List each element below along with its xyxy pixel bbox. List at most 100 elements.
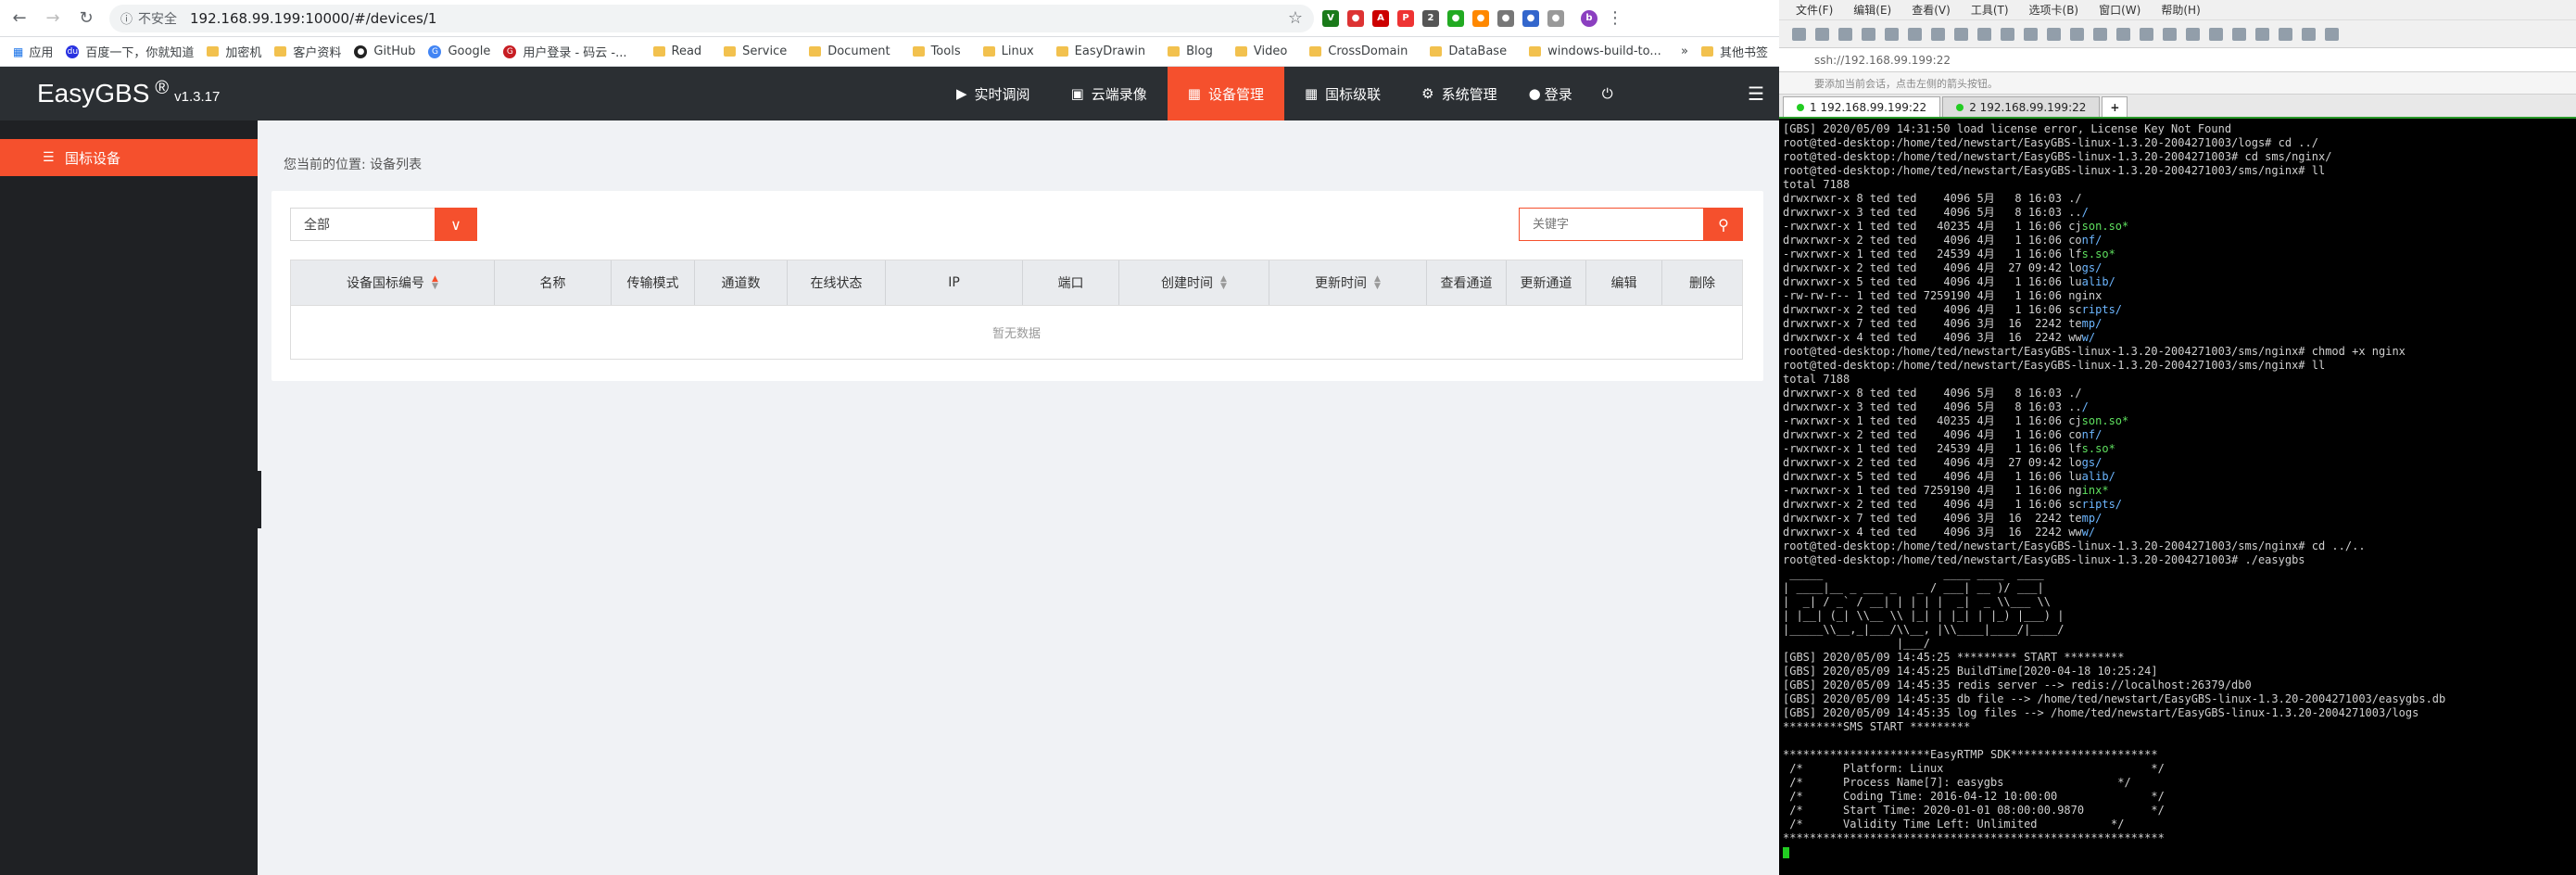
bookmark-folder[interactable]: Tools bbox=[912, 44, 961, 58]
menu-edit[interactable]: 编辑(E) bbox=[1853, 2, 1891, 18]
toolbar-button[interactable] bbox=[2140, 27, 2153, 41]
toolbar-button[interactable] bbox=[1977, 27, 1991, 41]
toolbar-button[interactable] bbox=[1954, 27, 1968, 41]
terminal-tab[interactable]: 1 192.168.99.199:22 bbox=[1783, 96, 1941, 117]
sidebar-item-gb-devices[interactable]: ☰ 国标设备 bbox=[0, 139, 258, 176]
toolbar-button[interactable] bbox=[2093, 27, 2107, 41]
bookmark-folder[interactable]: Read bbox=[652, 44, 701, 58]
info-icon[interactable]: ⓘ bbox=[120, 9, 133, 27]
extension-icon[interactable]: 2 bbox=[1422, 9, 1439, 27]
power-button[interactable]: ⏻ bbox=[1584, 67, 1632, 120]
bookmark-folder[interactable]: 客户资料 bbox=[274, 43, 341, 60]
menu-help[interactable]: 帮助(H) bbox=[2161, 2, 2200, 18]
toolbar-button[interactable] bbox=[2302, 27, 2316, 41]
select-dropdown-button[interactable]: ∨ bbox=[435, 208, 477, 241]
toolbar-button[interactable] bbox=[2325, 27, 2339, 41]
forward-icon[interactable]: → bbox=[39, 5, 67, 32]
toolbar-button[interactable] bbox=[2047, 27, 2061, 41]
bookmark-star-icon[interactable]: ☆ bbox=[1288, 8, 1303, 28]
url-text[interactable]: 192.168.99.199:10000/#/devices/1 bbox=[190, 10, 1288, 27]
extension-icon[interactable]: ● bbox=[1497, 9, 1514, 27]
menu-view[interactable]: 查看(V) bbox=[1912, 2, 1951, 18]
column-header[interactable]: 更新时间 ▲ ▼ bbox=[1269, 260, 1427, 305]
menu-window[interactable]: 窗口(W) bbox=[2099, 2, 2140, 18]
bookmark-folder[interactable]: Linux bbox=[982, 44, 1034, 58]
toolbar-button[interactable] bbox=[2163, 27, 2177, 41]
bookmark-folder[interactable]: DataBase bbox=[1430, 44, 1507, 58]
toolbar-button[interactable] bbox=[2024, 27, 2038, 41]
sort-icon[interactable]: ▲ ▼ bbox=[432, 275, 438, 291]
bookmark-folder[interactable]: 加密机 bbox=[207, 43, 261, 60]
sidebar-collapse-handle[interactable] bbox=[250, 471, 261, 528]
nav-login[interactable]: ● 登录 bbox=[1518, 67, 1584, 120]
bookmark-folder[interactable]: CrossDomain bbox=[1309, 44, 1408, 58]
column-header[interactable]: 创建时间 ▲ ▼ bbox=[1119, 260, 1269, 305]
nav-cloud-record[interactable]: ▣ 云端录像 bbox=[1051, 67, 1168, 120]
omnibox[interactable]: ⓘ 不安全 192.168.99.199:10000/#/devices/1 ☆ bbox=[109, 4, 1314, 32]
toolbar-button[interactable] bbox=[2001, 27, 2014, 41]
toolbar-button[interactable] bbox=[1815, 27, 1829, 41]
profile-avatar[interactable]: b bbox=[1581, 9, 1597, 27]
toolbar-button[interactable] bbox=[2070, 27, 2084, 41]
toolbar-button[interactable] bbox=[1908, 27, 1922, 41]
bookmark-item[interactable]: G 用户登录 - 码云 -... bbox=[503, 43, 627, 60]
column-header[interactable]: 设备国标编号 ▲ ▼ bbox=[291, 260, 495, 305]
menu-file[interactable]: 文件(F) bbox=[1796, 2, 1833, 18]
toolbar-button[interactable] bbox=[1792, 27, 1806, 41]
toolbar-button[interactable] bbox=[1885, 27, 1899, 41]
menu-tools[interactable]: 工具(T) bbox=[1971, 2, 2009, 18]
extension-icon[interactable]: ● bbox=[1347, 9, 1364, 27]
bookmark-folder[interactable]: Video bbox=[1234, 44, 1287, 58]
extension-icon[interactable]: ● bbox=[1447, 9, 1464, 27]
toolbar-button[interactable] bbox=[2209, 27, 2223, 41]
bookmark-other[interactable]: » 其他书签 bbox=[1681, 43, 1768, 60]
toolbar-button[interactable] bbox=[2232, 27, 2246, 41]
bookmark-item[interactable]: G Google bbox=[428, 44, 490, 58]
extension-icon[interactable]: ● bbox=[1472, 9, 1489, 27]
extension-icon[interactable]: A bbox=[1372, 9, 1389, 27]
toolbar-button[interactable] bbox=[1862, 27, 1875, 41]
hamburger-menu-button[interactable]: ☰ bbox=[1748, 67, 1764, 120]
search-button[interactable]: ⚲ bbox=[1704, 208, 1743, 241]
nav-live-view[interactable]: ▶ 实时调阅 bbox=[936, 67, 1051, 120]
terminal-line: [GBS] 2020/05/09 14:45:35 log files --> … bbox=[1783, 706, 2419, 719]
app-logo[interactable]: EasyGBS ® v1.3.17 bbox=[37, 78, 220, 108]
session-address[interactable]: ssh://192.168.99.199:22 bbox=[1779, 48, 2576, 72]
bookmark-folder[interactable]: Service bbox=[724, 44, 787, 58]
toolbar-button[interactable] bbox=[2116, 27, 2130, 41]
extension-icon[interactable]: P bbox=[1397, 9, 1414, 27]
extension-icon[interactable]: ● bbox=[1522, 9, 1539, 27]
reload-icon[interactable]: ↻ bbox=[72, 5, 100, 32]
sort-icon[interactable]: ▲ ▼ bbox=[1220, 275, 1227, 291]
bookmark-folder[interactable]: windows-build-to... bbox=[1529, 44, 1661, 58]
bookmark-apps[interactable]: ▦ 应用 bbox=[13, 43, 53, 61]
toolbar-button[interactable] bbox=[1931, 27, 1945, 41]
nav-gb-cascade[interactable]: ▦ 国标级联 bbox=[1284, 67, 1401, 120]
status-filter-select[interactable]: 全部 bbox=[290, 208, 435, 241]
nav-system-management[interactable]: ⚙ 系统管理 bbox=[1401, 67, 1517, 120]
back-icon[interactable]: ← bbox=[6, 5, 33, 32]
extension-icon[interactable]: ● bbox=[1547, 9, 1564, 27]
bookmark-folder[interactable]: Document bbox=[809, 44, 890, 58]
sort-icon[interactable]: ▲ ▼ bbox=[1374, 275, 1381, 291]
kebab-menu-icon[interactable]: ⋮ bbox=[1607, 8, 1623, 28]
terminal-line: drwxrwxr-x 2 ted ted 4096 4月 1 16:06 con… bbox=[1783, 234, 2102, 247]
menu-tabs[interactable]: 选项卡(B) bbox=[2029, 2, 2079, 18]
toolbar-button[interactable] bbox=[2255, 27, 2269, 41]
nav-device-management[interactable]: ▦ 设备管理 bbox=[1167, 67, 1284, 120]
toolbar-button[interactable] bbox=[1838, 27, 1852, 41]
bookmark-item[interactable]: du 百度一下，你就知道 bbox=[66, 43, 194, 60]
toolbar-button[interactable] bbox=[2279, 27, 2292, 41]
keyword-search-input[interactable] bbox=[1519, 208, 1704, 241]
terminal-output[interactable]: [GBS] 2020/05/09 14:31:50 load license e… bbox=[1779, 119, 2576, 859]
terminal-tab[interactable]: 2 192.168.99.199:22 bbox=[1942, 96, 2101, 117]
toolbar-button[interactable] bbox=[2186, 27, 2200, 41]
bookmark-folder[interactable]: Blog bbox=[1168, 44, 1213, 58]
list-icon: ☰ bbox=[43, 150, 55, 165]
chevron-down-icon: ∨ bbox=[450, 215, 461, 234]
bookmark-folder[interactable]: EasyDrawin bbox=[1055, 44, 1145, 58]
bookmark-item[interactable]: ● GitHub bbox=[354, 44, 415, 58]
extension-icon[interactable]: V bbox=[1322, 9, 1339, 27]
new-tab-button[interactable]: + bbox=[2102, 96, 2128, 117]
